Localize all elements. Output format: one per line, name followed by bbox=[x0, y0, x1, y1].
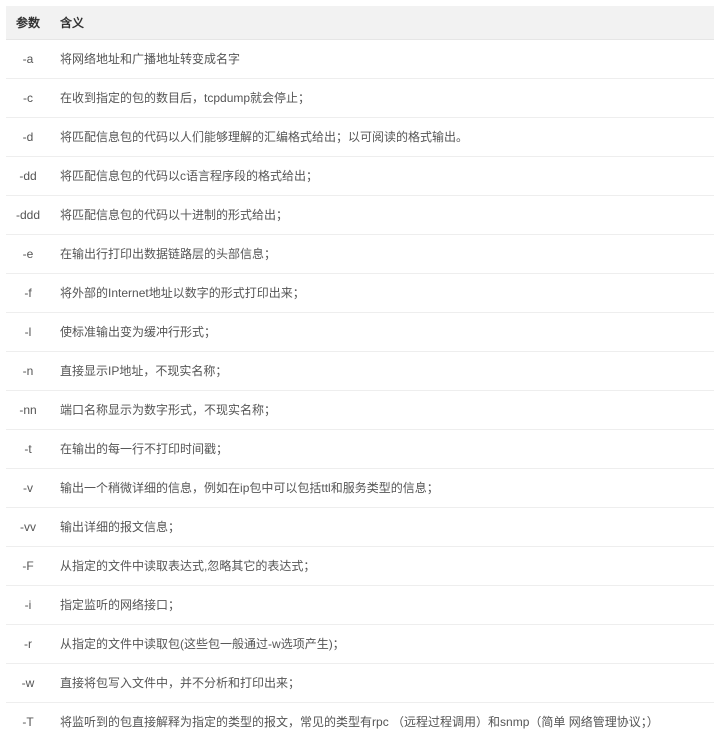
cell-desc: 指定监听的网络接口； bbox=[50, 586, 714, 625]
cell-flag: -vv bbox=[6, 508, 50, 547]
cell-desc: 从指定的文件中读取包(这些包一般通过-w选项产生)； bbox=[50, 625, 714, 664]
cell-flag: -e bbox=[6, 235, 50, 274]
table-row: -n直接显示IP地址，不现实名称； bbox=[6, 352, 714, 391]
cell-flag: -n bbox=[6, 352, 50, 391]
cell-flag: -d bbox=[6, 118, 50, 157]
cell-desc: 在输出行打印出数据链路层的头部信息； bbox=[50, 235, 714, 274]
cell-flag: -t bbox=[6, 430, 50, 469]
cell-flag: -dd bbox=[6, 157, 50, 196]
table-row: -r从指定的文件中读取包(这些包一般通过-w选项产生)； bbox=[6, 625, 714, 664]
cell-desc: 从指定的文件中读取表达式,忽略其它的表达式； bbox=[50, 547, 714, 586]
table-row: -w直接将包写入文件中，并不分析和打印出来； bbox=[6, 664, 714, 703]
table-row: -a将网络地址和广播地址转变成名字 bbox=[6, 40, 714, 79]
cell-flag: -v bbox=[6, 469, 50, 508]
cell-desc: 将监听到的包直接解释为指定的类型的报文，常见的类型有rpc （远程过程调用）和s… bbox=[50, 703, 714, 742]
cell-desc: 将网络地址和广播地址转变成名字 bbox=[50, 40, 714, 79]
table-row: -i指定监听的网络接口； bbox=[6, 586, 714, 625]
cell-desc: 直接显示IP地址，不现实名称； bbox=[50, 352, 714, 391]
header-param: 参数 bbox=[6, 6, 50, 40]
cell-desc: 将匹配信息包的代码以十进制的形式给出； bbox=[50, 196, 714, 235]
table-header-row: 参数 含义 bbox=[6, 6, 714, 40]
cell-desc: 输出详细的报文信息； bbox=[50, 508, 714, 547]
table-row: -e在输出行打印出数据链路层的头部信息； bbox=[6, 235, 714, 274]
table-row: -t在输出的每一行不打印时间戳； bbox=[6, 430, 714, 469]
cell-desc: 将匹配信息包的代码以c语言程序段的格式给出； bbox=[50, 157, 714, 196]
cell-flag: -c bbox=[6, 79, 50, 118]
table-row: -vv输出详细的报文信息； bbox=[6, 508, 714, 547]
cell-flag: -ddd bbox=[6, 196, 50, 235]
table-row: -l使标准输出变为缓冲行形式； bbox=[6, 313, 714, 352]
cell-flag: -w bbox=[6, 664, 50, 703]
header-meaning: 含义 bbox=[50, 6, 714, 40]
params-table: 参数 含义 -a将网络地址和广播地址转变成名字-c在收到指定的包的数目后，tcp… bbox=[6, 6, 714, 741]
cell-flag: -l bbox=[6, 313, 50, 352]
cell-flag: -f bbox=[6, 274, 50, 313]
cell-desc: 在输出的每一行不打印时间戳； bbox=[50, 430, 714, 469]
cell-desc: 将外部的Internet地址以数字的形式打印出来； bbox=[50, 274, 714, 313]
table-row: -F从指定的文件中读取表达式,忽略其它的表达式； bbox=[6, 547, 714, 586]
table-row: -ddd将匹配信息包的代码以十进制的形式给出； bbox=[6, 196, 714, 235]
cell-flag: -F bbox=[6, 547, 50, 586]
table-row: -dd将匹配信息包的代码以c语言程序段的格式给出； bbox=[6, 157, 714, 196]
cell-flag: -a bbox=[6, 40, 50, 79]
cell-desc: 端口名称显示为数字形式，不现实名称； bbox=[50, 391, 714, 430]
table-row: -nn端口名称显示为数字形式，不现实名称； bbox=[6, 391, 714, 430]
cell-flag: -i bbox=[6, 586, 50, 625]
table-row: -d将匹配信息包的代码以人们能够理解的汇编格式给出；以可阅读的格式输出。 bbox=[6, 118, 714, 157]
table-row: -v输出一个稍微详细的信息，例如在ip包中可以包括ttl和服务类型的信息； bbox=[6, 469, 714, 508]
cell-flag: -T bbox=[6, 703, 50, 742]
cell-flag: -r bbox=[6, 625, 50, 664]
cell-desc: 输出一个稍微详细的信息，例如在ip包中可以包括ttl和服务类型的信息； bbox=[50, 469, 714, 508]
table-row: -T将监听到的包直接解释为指定的类型的报文，常见的类型有rpc （远程过程调用）… bbox=[6, 703, 714, 742]
table-row: -f将外部的Internet地址以数字的形式打印出来； bbox=[6, 274, 714, 313]
cell-desc: 在收到指定的包的数目后，tcpdump就会停止； bbox=[50, 79, 714, 118]
table-row: -c在收到指定的包的数目后，tcpdump就会停止； bbox=[6, 79, 714, 118]
cell-flag: -nn bbox=[6, 391, 50, 430]
cell-desc: 直接将包写入文件中，并不分析和打印出来； bbox=[50, 664, 714, 703]
cell-desc: 将匹配信息包的代码以人们能够理解的汇编格式给出；以可阅读的格式输出。 bbox=[50, 118, 714, 157]
cell-desc: 使标准输出变为缓冲行形式； bbox=[50, 313, 714, 352]
